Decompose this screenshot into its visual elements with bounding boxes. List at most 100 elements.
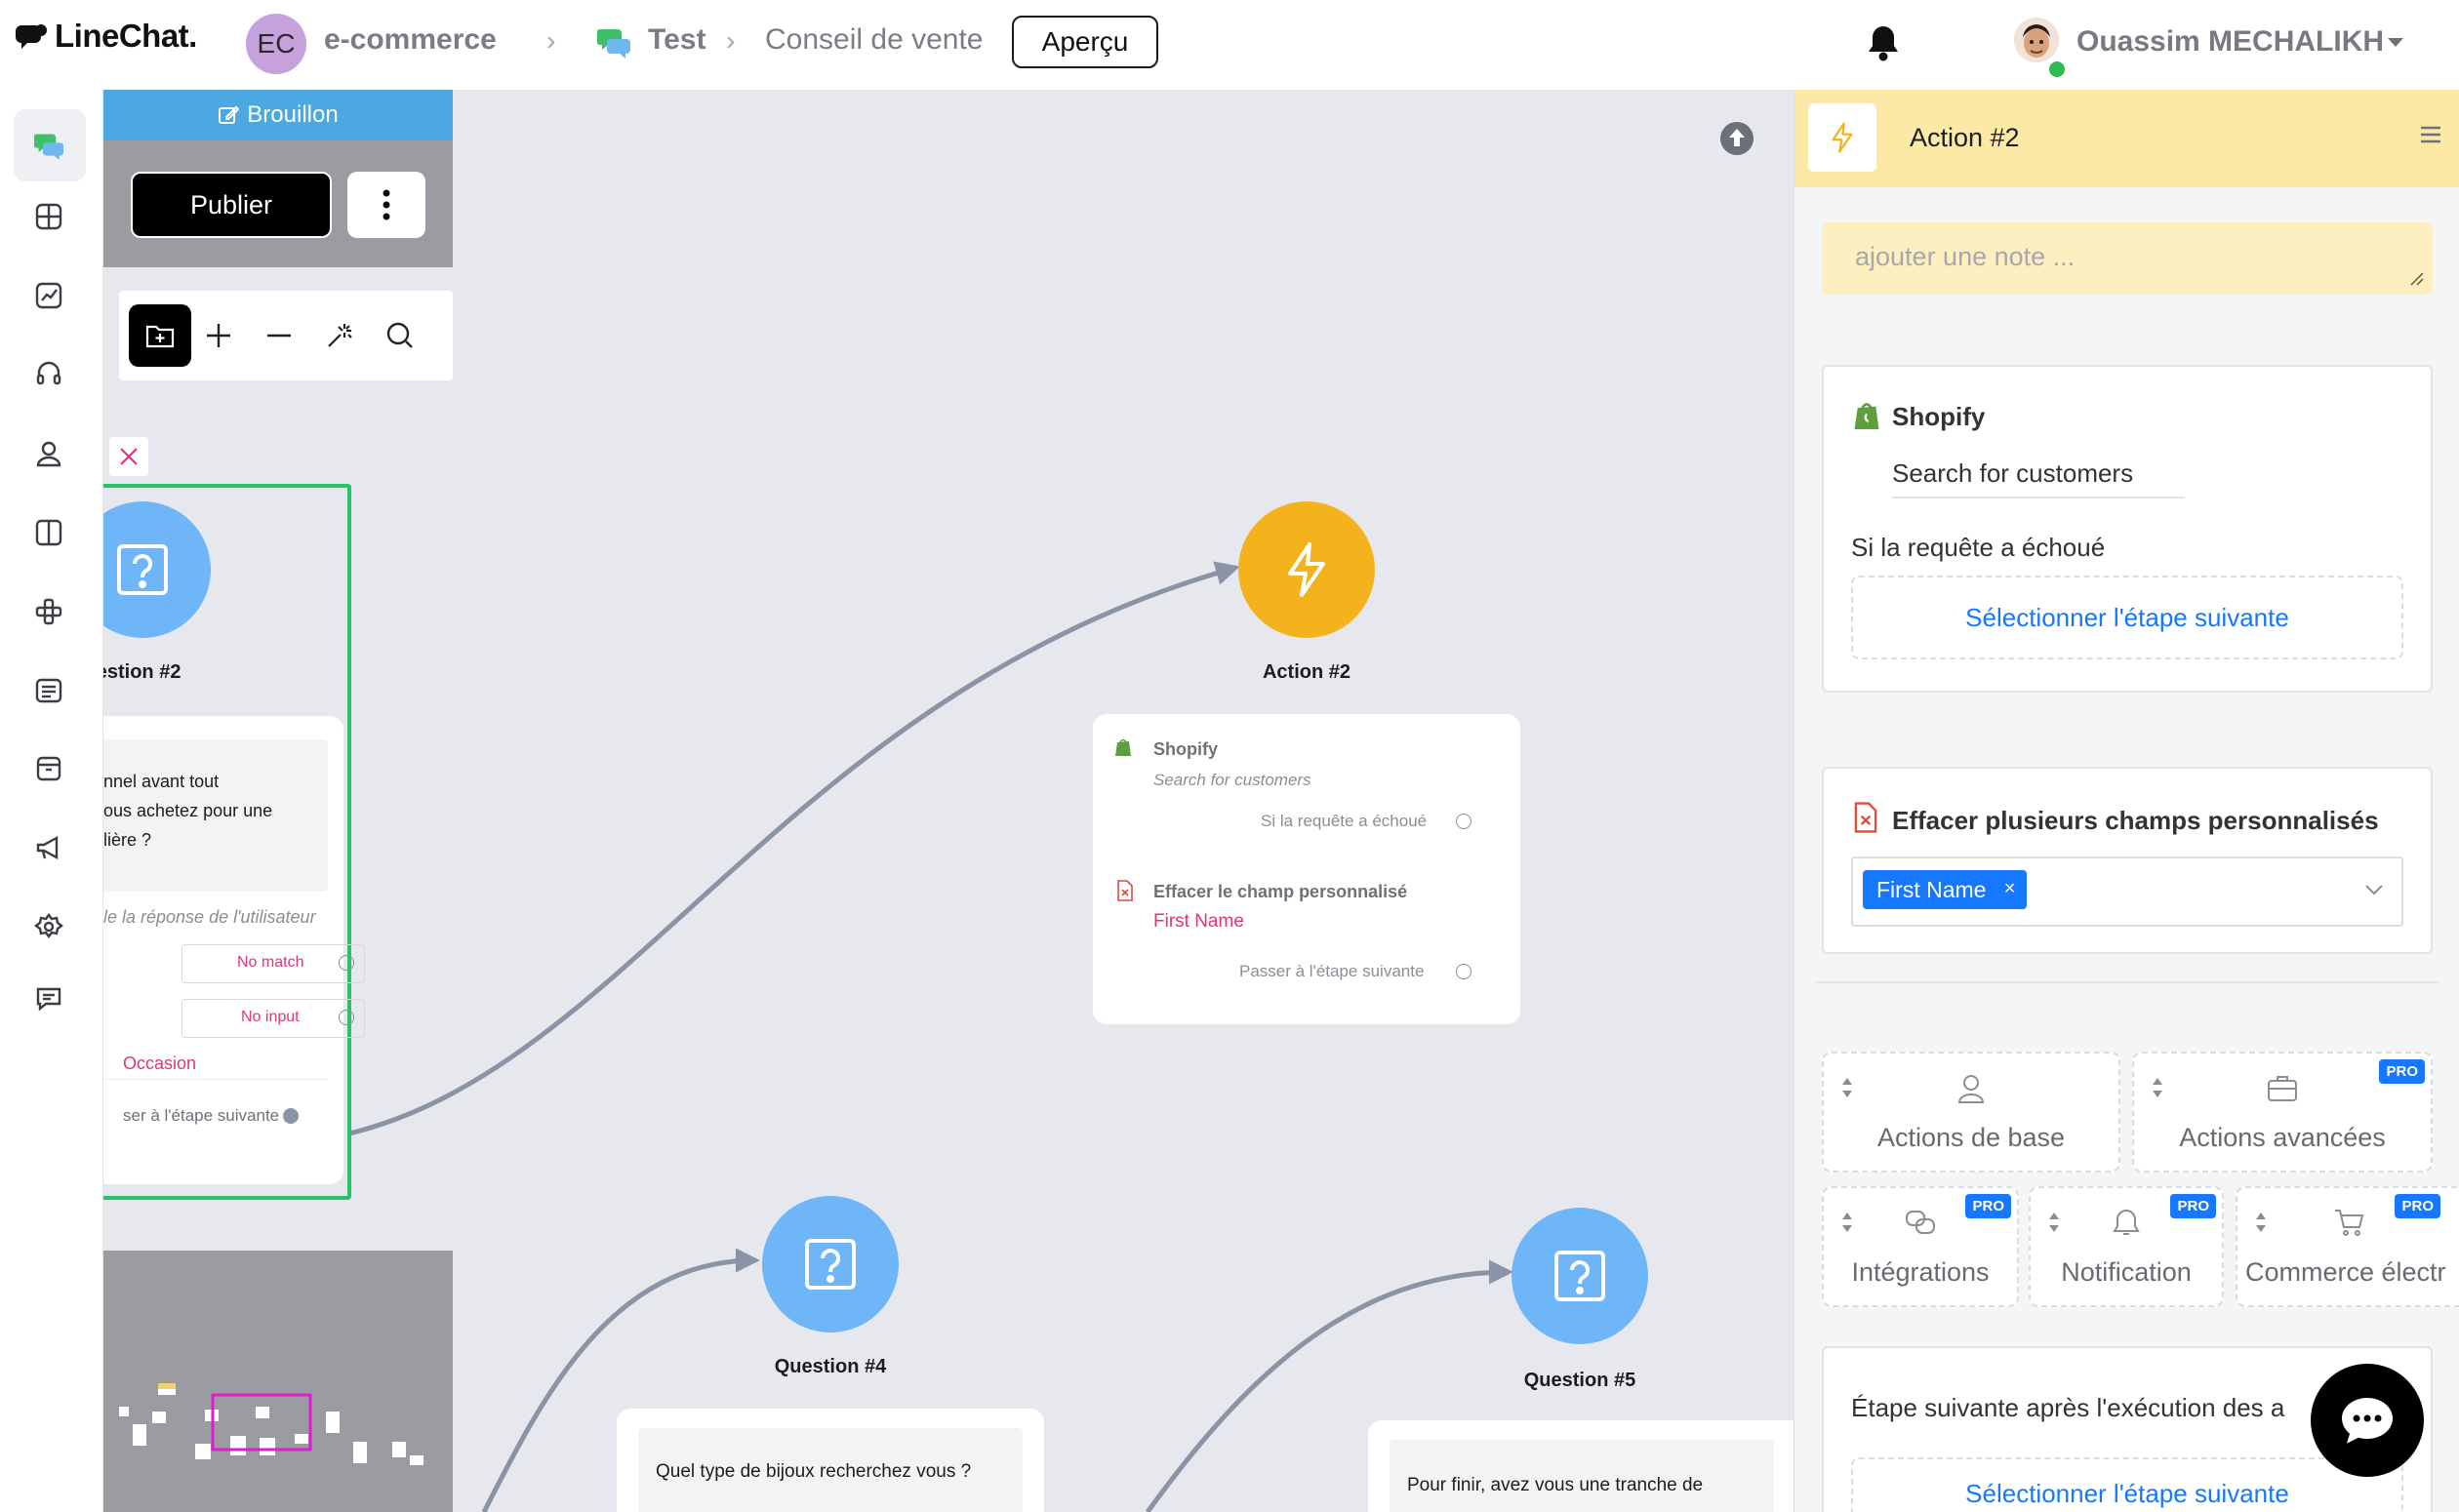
rail-item-feedback[interactable]: [21, 972, 76, 1026]
next-step-port[interactable]: [283, 1108, 299, 1124]
question4-title: Question #4: [774, 1356, 887, 1377]
rail-item-support[interactable]: [21, 346, 76, 401]
no-input-branch[interactable]: No input: [181, 999, 365, 1038]
action2-node-circle[interactable]: [1238, 501, 1375, 638]
logo[interactable]: LineChat.: [16, 18, 197, 55]
question4-card[interactable]: Quel type de bijoux recherchez vous ?: [617, 1409, 1044, 1512]
link-icon: [1906, 1211, 1935, 1234]
no-match-label: No match: [237, 954, 304, 971]
category-label: Intégrations: [1851, 1257, 1990, 1287]
no-match-branch[interactable]: No match: [181, 944, 365, 983]
canvas-toolbox: [119, 291, 453, 380]
question5-node-circle[interactable]: [1512, 1208, 1648, 1344]
cart-icon: [2335, 1210, 2364, 1236]
kebab-menu-icon: [383, 189, 390, 220]
message-icon: [36, 987, 61, 1012]
left-rail: [0, 90, 103, 1512]
chevron-down-icon[interactable]: [2364, 884, 2384, 895]
fail-label: Si la requête a échoué: [1851, 533, 2106, 562]
breadcrumb-workspace[interactable]: e-commerce: [324, 23, 497, 57]
shopify-label: Shopify: [1892, 402, 1986, 431]
category-ecommerce[interactable]: PRO Commerce électr: [2236, 1186, 2459, 1307]
user-face-icon: [2014, 18, 2059, 62]
question5-card[interactable]: Pour finir, avez vous une tranche de: [1368, 1420, 1794, 1512]
magic-wand-icon: [328, 324, 352, 347]
add-folder-tool[interactable]: [129, 304, 191, 367]
breadcrumb-separator-icon: ›: [726, 25, 736, 56]
preview-button[interactable]: Aperçu: [1012, 16, 1158, 68]
user-icon: [36, 441, 61, 467]
category-label: Actions de base: [1876, 1123, 2066, 1152]
branch-port[interactable]: [339, 1010, 354, 1025]
rail-item-analytics[interactable]: [21, 268, 76, 323]
more-options-button[interactable]: [347, 172, 425, 238]
action2-card[interactable]: Shopify Search for customers Si la requê…: [1093, 714, 1520, 1024]
workspace-avatar[interactable]: EC: [246, 14, 306, 74]
chip-remove-icon[interactable]: ×: [2004, 878, 2016, 900]
delete-node-button[interactable]: [109, 437, 148, 476]
hamburger-menu-icon[interactable]: [2419, 125, 2442, 144]
branch-port[interactable]: [339, 955, 354, 971]
panel-header: Action #2: [1794, 90, 2459, 187]
rail-item-contacts[interactable]: [21, 426, 76, 481]
username[interactable]: Ouassim MECHALIKH: [2076, 25, 2384, 59]
category-notification[interactable]: PRO Notification: [2029, 1186, 2224, 1307]
select-next-step-button[interactable]: Sélectionner l'étape suivante: [1851, 576, 2403, 659]
chat-bubble-icon: [2342, 1398, 2393, 1444]
notification-bell-icon[interactable]: [1866, 23, 1901, 62]
next-port[interactable]: [1456, 964, 1471, 979]
rail-item-dashboard[interactable]: [21, 189, 76, 244]
upload-icon[interactable]: [1719, 121, 1754, 156]
action2-shopify-action: Search for customers: [1153, 771, 1311, 789]
no-input-label: No input: [241, 1009, 300, 1025]
zoom-out-tool[interactable]: [248, 304, 310, 367]
archive-icon: [36, 756, 61, 781]
rail-item-campaigns[interactable]: [21, 820, 76, 875]
rail-item-layout[interactable]: [21, 505, 76, 560]
rail-item-templates[interactable]: [21, 663, 76, 718]
category-basic-actions[interactable]: Actions de base: [1822, 1052, 2120, 1173]
after-exec-label: Étape suivante après l'exécution des a: [1851, 1393, 2285, 1422]
breadcrumb-separator-icon: ›: [546, 25, 556, 56]
fail-port[interactable]: [1456, 814, 1471, 829]
question4-node-circle[interactable]: [762, 1196, 899, 1333]
chat-support-button[interactable]: [2311, 1364, 2424, 1477]
user-avatar[interactable]: [2014, 18, 2059, 62]
note-input[interactable]: ajouter une note ...: [1822, 222, 2433, 295]
minimap[interactable]: [103, 1251, 453, 1512]
panel-divider: [1816, 981, 2439, 983]
category-integrations[interactable]: PRO Intégrations: [1822, 1186, 2019, 1307]
user-icon: [1957, 1075, 1985, 1103]
rail-item-bots[interactable]: [14, 109, 86, 181]
breadcrumb-flow[interactable]: Conseil de vente: [765, 23, 983, 57]
select-next-step-bottom-button[interactable]: Sélectionner l'étape suivante: [1851, 1457, 2403, 1512]
question4-message: Quel type de bijoux recherchez vous ?: [656, 1461, 972, 1482]
flow-canvas[interactable]: Brouillon Publier stion #2 nnel avant to…: [103, 90, 1794, 1512]
draft-label: Brouillon: [247, 101, 339, 128]
shopify-action-field[interactable]: Search for customers: [1892, 458, 2185, 498]
action2-next-label: Passer à l'étape suivante: [1239, 962, 1425, 980]
zoom-in-tool[interactable]: [187, 304, 250, 367]
search-tool[interactable]: [369, 304, 431, 367]
logo-text: LineChat.: [55, 18, 197, 54]
resize-handle-icon[interactable]: [2409, 271, 2425, 287]
search-icon: [386, 322, 413, 348]
minus-icon: [267, 334, 291, 338]
rail-item-settings[interactable]: [21, 899, 76, 954]
breadcrumb-bot[interactable]: Test: [648, 23, 705, 57]
rail-item-integrations[interactable]: [21, 584, 76, 639]
draft-banner: Brouillon: [103, 90, 453, 140]
bot-chat-icon: [597, 29, 630, 59]
fields-select[interactable]: First Name ×: [1851, 856, 2403, 927]
rail-item-archive[interactable]: [21, 741, 76, 796]
shopify-icon: [1115, 738, 1131, 756]
question-icon: [1554, 1251, 1605, 1301]
auto-layout-tool[interactable]: [308, 304, 371, 367]
publish-button[interactable]: Publier: [131, 172, 332, 238]
properties-panel: Action #2 ajouter une note ... Shopify S…: [1794, 90, 2459, 1512]
category-advanced-actions[interactable]: PRO Actions avancées: [2132, 1052, 2433, 1173]
edit-icon: [219, 105, 240, 124]
action2-title: Action #2: [1262, 661, 1351, 683]
user-menu-caret-icon[interactable]: [2387, 37, 2404, 49]
question2-card[interactable]: nnel avant tout ous achetez pour une liè…: [103, 716, 365, 1184]
